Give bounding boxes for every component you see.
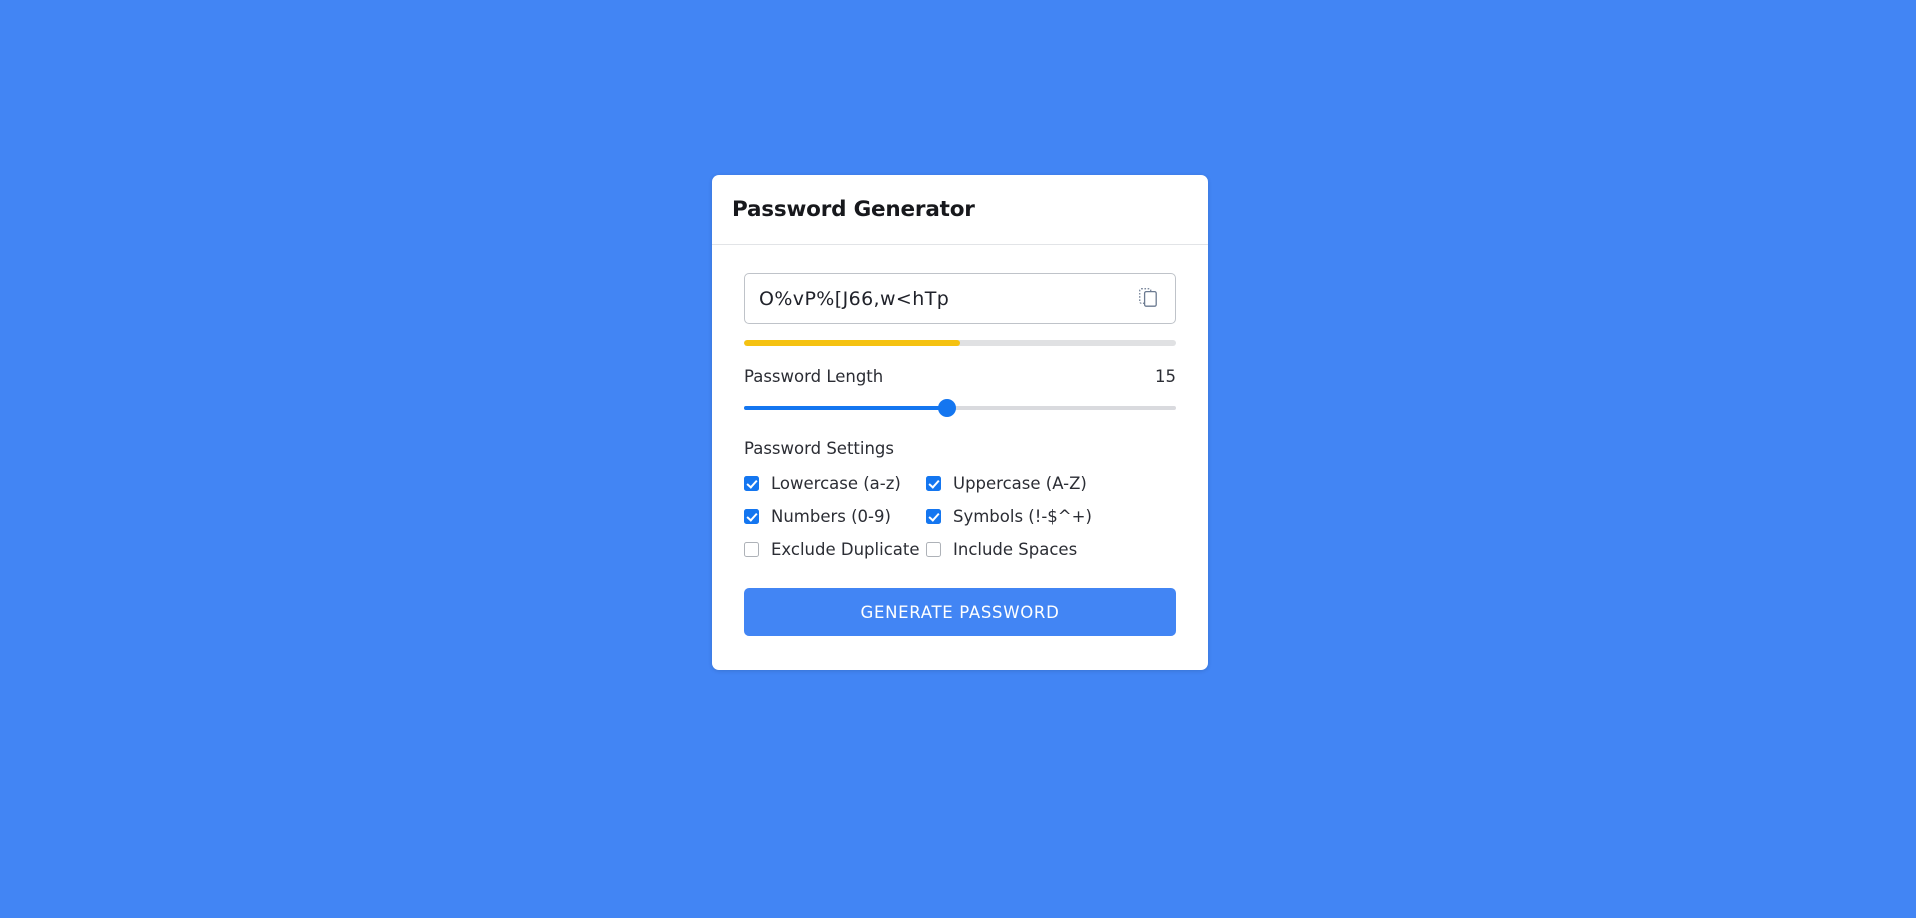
option-label-uppercase: Uppercase (A-Z) — [953, 474, 1087, 493]
option-label-exclude-duplicate: Exclude Duplicate — [771, 540, 920, 559]
card-body: O%vP%[J66,w<hTp Password Length 15 Passw… — [712, 245, 1208, 670]
option-symbols[interactable]: Symbols (!-$^+) — [926, 507, 1176, 526]
password-strength-meter — [744, 340, 1176, 346]
option-label-include-spaces: Include Spaces — [953, 540, 1078, 559]
copy-password-button[interactable] — [1135, 286, 1161, 312]
option-label-symbols: Symbols (!-$^+) — [953, 507, 1092, 526]
password-strength-fill — [744, 340, 960, 346]
password-settings-options: Lowercase (a-z) Uppercase (A-Z) Numbers … — [744, 474, 1176, 559]
option-label-numbers: Numbers (0-9) — [771, 507, 891, 526]
password-length-slider[interactable] — [744, 399, 1176, 417]
checkbox-include-spaces[interactable] — [926, 542, 941, 557]
password-output-field[interactable]: O%vP%[J66,w<hTp — [744, 273, 1176, 324]
password-settings-heading: Password Settings — [744, 439, 894, 458]
checkbox-uppercase[interactable] — [926, 476, 941, 491]
password-length-value: 15 — [1155, 367, 1176, 386]
password-length-row: Password Length 15 — [744, 367, 1176, 386]
generate-password-button[interactable]: GENERATE PASSWORD — [744, 588, 1176, 636]
page-title: Password Generator — [732, 197, 975, 222]
slider-fill — [744, 406, 948, 410]
copy-icon — [1139, 287, 1157, 310]
checkbox-numbers[interactable] — [744, 509, 759, 524]
option-label-lowercase: Lowercase (a-z) — [771, 474, 901, 493]
checkbox-lowercase[interactable] — [744, 476, 759, 491]
option-numbers[interactable]: Numbers (0-9) — [744, 507, 926, 526]
checkbox-exclude-duplicate[interactable] — [744, 542, 759, 557]
password-generator-card: Password Generator O%vP%[J66,w<hTp Passw… — [712, 175, 1208, 670]
app-root: Password Generator O%vP%[J66,w<hTp Passw… — [0, 0, 1916, 918]
generated-password-value: O%vP%[J66,w<hTp — [759, 287, 950, 310]
option-lowercase[interactable]: Lowercase (a-z) — [744, 474, 926, 493]
slider-thumb[interactable] — [938, 399, 957, 417]
option-include-spaces[interactable]: Include Spaces — [926, 540, 1176, 559]
card-header: Password Generator — [712, 175, 1208, 245]
option-uppercase[interactable]: Uppercase (A-Z) — [926, 474, 1176, 493]
checkbox-symbols[interactable] — [926, 509, 941, 524]
option-exclude-duplicate[interactable]: Exclude Duplicate — [744, 540, 926, 559]
password-length-label: Password Length — [744, 367, 884, 386]
